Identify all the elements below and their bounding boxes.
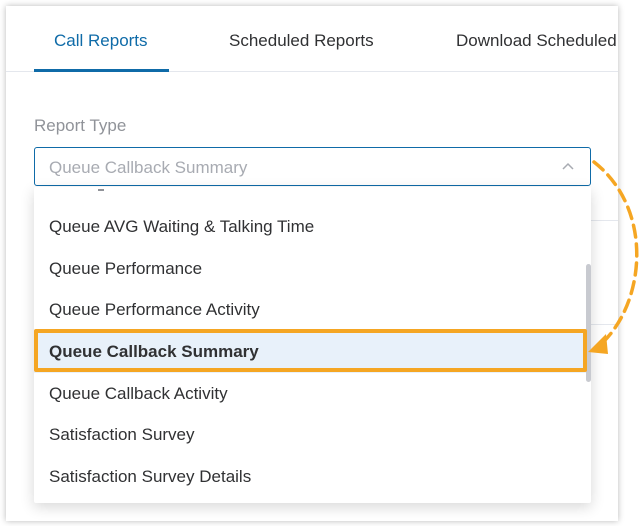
tab-download-scheduled-reports[interactable]: Download Scheduled Reports [456, 31, 618, 51]
dropdown-option[interactable]: Queue Performance Activity [34, 289, 591, 331]
dropdown-option[interactable]: Queue AVG Waiting & Talking Time [34, 206, 591, 248]
dropdown-option[interactable]: Queue Callback Activity [34, 373, 591, 415]
dropdown-option[interactable]: Satisfaction Survey [34, 414, 591, 456]
tab-bar: Call Reports Scheduled Reports Download … [6, 6, 618, 72]
report-type-dropdown: Queue AVG Waiting & Talking Time Queue P… [34, 187, 591, 503]
partially-visible-option [98, 189, 104, 191]
tab-call-reports[interactable]: Call Reports [54, 31, 148, 51]
tab-scheduled-reports[interactable]: Scheduled Reports [229, 31, 374, 51]
dropdown-option-selected[interactable]: Queue Callback Summary [34, 331, 591, 373]
report-type-select[interactable]: Queue Callback Summary [34, 147, 591, 186]
report-type-select-value: Queue Callback Summary [49, 158, 248, 177]
report-type-label: Report Type [34, 116, 127, 135]
dashed-curved-arrow-icon [588, 160, 639, 354]
dropdown-option[interactable]: Queue Performance [34, 248, 591, 290]
active-tab-indicator [34, 69, 169, 72]
report-panel: Call Reports Scheduled Reports Download … [6, 6, 618, 521]
dropdown-option[interactable]: Satisfaction Survey Details [34, 456, 591, 498]
